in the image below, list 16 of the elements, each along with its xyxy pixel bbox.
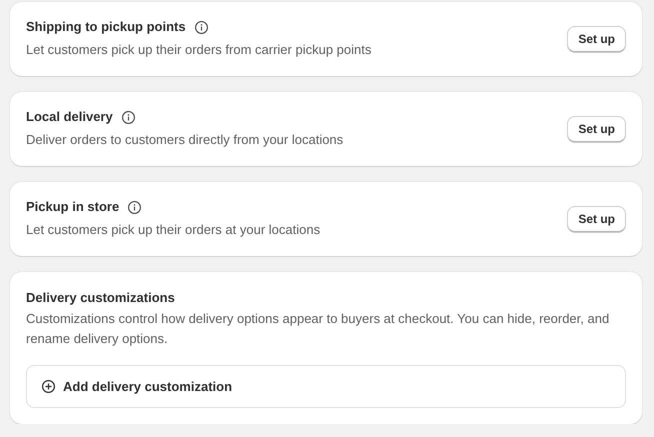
setup-button[interactable]: Set up: [567, 116, 626, 142]
section-description: Let customers pick up their orders at your locations: [26, 221, 320, 239]
section-title: Pickup in store: [26, 198, 120, 216]
info-icon: [120, 110, 136, 124]
section-description: Customizations control how delivery options appear to buyers at checkout. You can hide, reorder, and rename delivery options.: [26, 310, 610, 348]
section-description: Let customers pick up their orders from carrier pickup points: [26, 41, 372, 59]
section-title: Shipping to pickup points: [26, 18, 186, 36]
section-title: Delivery customizations: [26, 289, 176, 307]
section-title: Local delivery: [26, 108, 113, 126]
setup-button[interactable]: Set up: [567, 206, 626, 232]
plus-circle-icon: [41, 379, 56, 394]
info-icon: [127, 200, 142, 214]
setup-button[interactable]: Set up: [567, 26, 626, 52]
section-description: Deliver orders to customers directly from your locations: [26, 131, 344, 149]
add-customization-button[interactable]: Add delivery customization: [26, 365, 626, 408]
info-icon: [194, 20, 209, 34]
